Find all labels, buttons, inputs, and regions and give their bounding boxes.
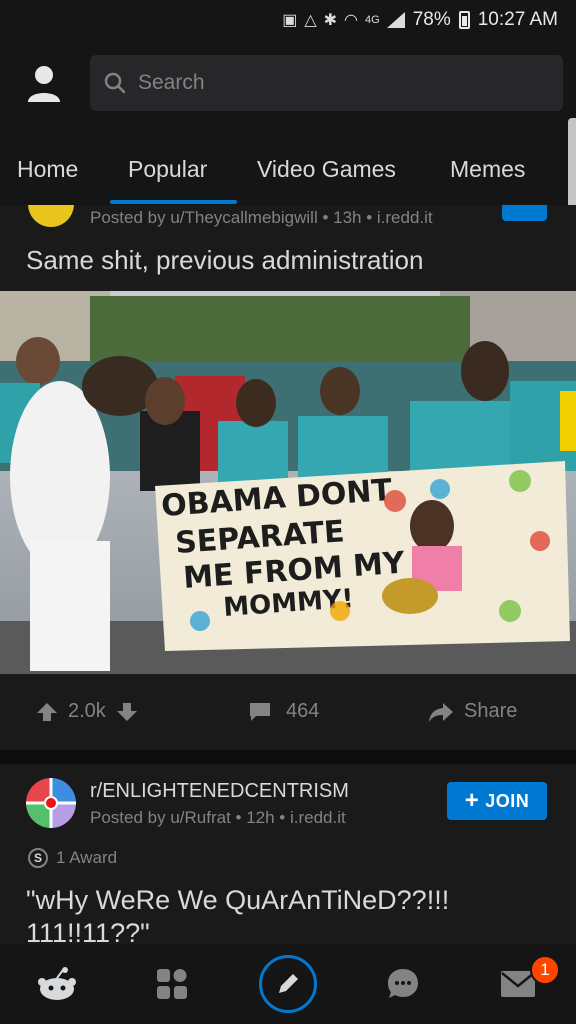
status-icons: ▣ △ ✱ ◠ 4G [282,10,405,30]
award-row[interactable]: S 1 Award [28,848,117,868]
network-label: 4G [365,14,380,26]
tab-memes[interactable]: Memes [450,156,525,183]
upvote-icon[interactable] [36,701,58,723]
post-meta[interactable]: Posted by u/Theycallmebigwill • 13h • i.… [90,208,433,228]
subreddit-icon[interactable] [28,205,74,227]
share-icon [429,702,453,722]
post-title[interactable]: "wHy WeRe We QuArAnTiNeD??!!! 111!!11??" [26,884,556,950]
status-bar: ▣ △ ✱ ◠ 4G 78% 10:27 AM [0,0,576,40]
bluetooth-icon: ✱ [323,12,338,29]
join-button[interactable]: + JOIN [447,782,547,820]
chat-icon [388,969,418,998]
bottom-nav [0,944,576,1024]
post-image[interactable]: OBAMA DONT SEPARATE ME FROM MY MOMMY! [0,291,576,674]
search-placeholder: Search [138,71,205,94]
alert-icon: △ [304,12,317,29]
downvote-icon[interactable] [116,701,138,723]
vote-count: 2.0k [68,700,106,722]
post-title[interactable]: Same shit, previous administration [26,245,423,276]
profile-avatar-icon[interactable] [26,64,62,104]
card-separator [0,750,576,764]
clock: 10:27 AM [477,9,558,30]
feed-tabs: Home Popular Video Games Memes [0,128,576,205]
tab-popular[interactable]: Popular [128,156,207,183]
search-icon [104,72,126,94]
subreddit-avatar[interactable] [26,778,76,828]
subreddit-name[interactable]: r/ENLIGHTENEDCENTRISM [90,780,349,803]
post-meta[interactable]: Posted by u/Rufrat • 12h • i.redd.it [90,808,346,828]
notification-icon: ▣ [282,12,298,29]
comment-icon [250,702,270,721]
active-tab-indicator [110,200,237,204]
battery-icon [458,11,470,29]
silver-award-icon: S [28,848,48,868]
join-label: JOIN [485,790,530,811]
search-input[interactable]: Search [90,55,563,111]
wifi-icon: ◠ [344,12,358,29]
nav-communities[interactable] [137,944,207,1024]
signal-icon [386,12,405,28]
share-label: Share [464,700,518,722]
nav-create[interactable] [253,944,323,1024]
nav-home[interactable] [22,944,92,1024]
tab-video-games[interactable]: Video Games [257,156,396,183]
communities-icon [157,969,187,999]
home-icon [38,967,76,1000]
vote-group: 2.0k [36,700,138,723]
top-bar: Search [0,40,576,128]
create-button [259,955,317,1013]
battery-percent: 78% [412,9,451,30]
comment-count: 464 [286,700,320,722]
post-actions-bar: 2.0k 464 Share [0,674,576,750]
create-icon [279,974,298,993]
post-card: r/ENLIGHTENEDCENTRISM Posted by u/Rufrat… [0,764,576,948]
share-button[interactable]: Share [428,700,517,723]
plus-icon: + [464,787,480,814]
comments-button[interactable]: 464 [248,700,319,723]
tab-home[interactable]: Home [17,156,78,183]
award-count: 1 Award [56,848,118,867]
join-button[interactable] [502,205,547,221]
nav-chat[interactable] [368,944,438,1024]
inbox-badge: 1 [530,955,560,985]
